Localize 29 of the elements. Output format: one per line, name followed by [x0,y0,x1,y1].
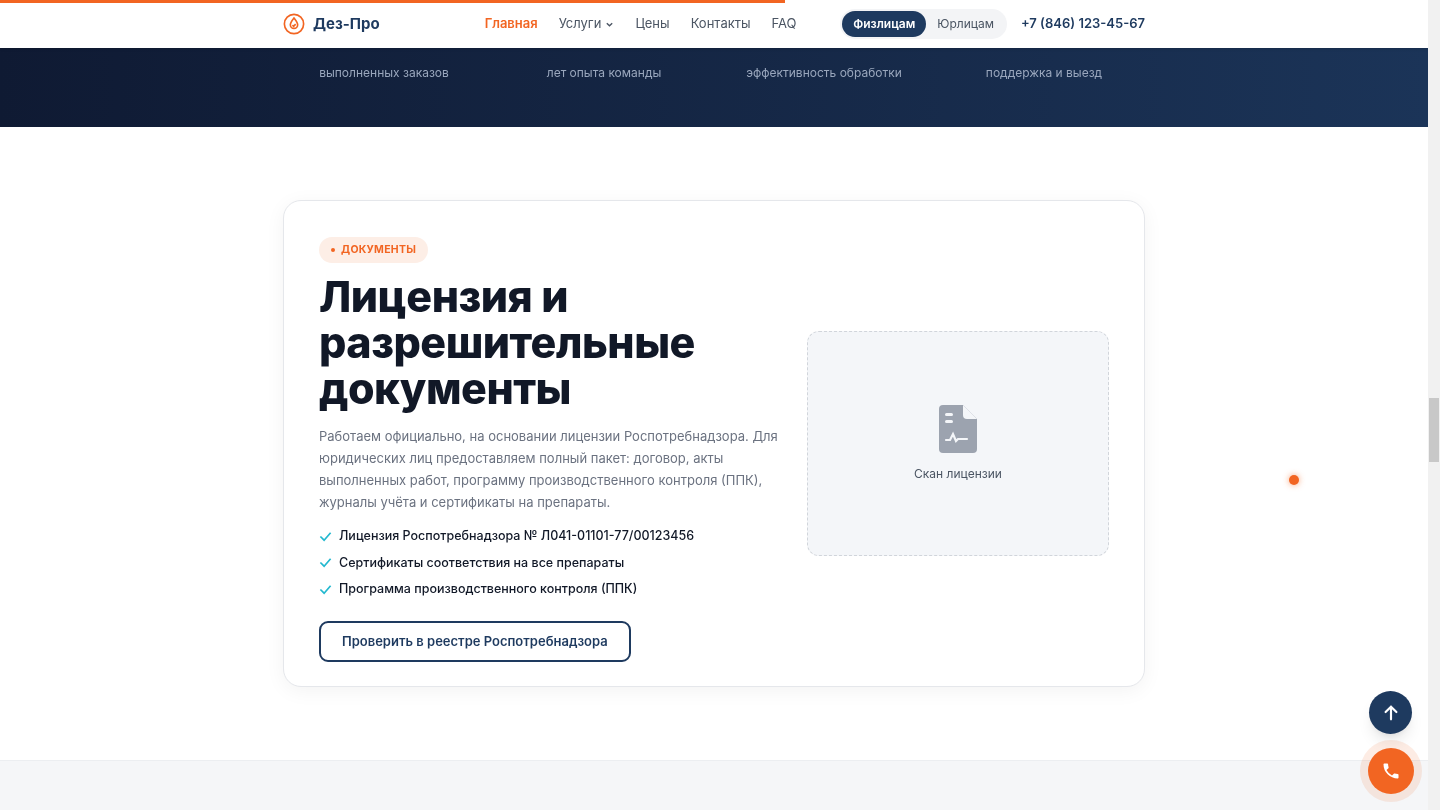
audience-tab[interactable]: Физлицам [842,11,927,37]
feature-item: Сертификаты соответствия на все препараты [339,553,625,572]
registry-button[interactable]: Проверить в реестре Роспотребнадзора [319,621,631,662]
site-logo[interactable]: Дез-Про [283,12,380,36]
check-icon [319,556,332,570]
nav-link[interactable]: FAQ [771,14,797,34]
phone-link[interactable]: +7 (846) 123-45-67 [1020,14,1145,34]
check-icon [319,583,332,597]
stat-label: лет опыта команды [545,64,663,82]
stat-label: выполненных заказов [318,64,450,82]
section-badge: ДОКУМЕНТЫ [319,237,429,263]
nav-link[interactable]: Контакты [690,14,751,34]
stat-label: поддержка и выезд [984,64,1104,82]
nav-link[interactable]: Цены [635,14,670,34]
scroll-to-top-button[interactable] [1369,691,1412,734]
drop-logo-icon [283,13,305,35]
call-button[interactable] [1368,748,1414,794]
section-description: Работаем официально, на основании лицензии Роспотребнадзора. Для юридических лиц предоставляем полный пакет: договор, акты выполненных работ, программу производственного контроля (ППК), журналы учёта и сертификаты на препараты. [319,426,779,512]
stat-label: эффективность обработки [745,64,903,82]
audience-tab[interactable]: Юрлицам [926,11,1005,37]
scan-caption: Скан лицензии [914,464,1002,483]
scrollbar-thumb[interactable] [1429,398,1439,462]
scrollbar[interactable] [1428,0,1440,810]
feature-item: Лицензия Роспотребнадзора № Л041-01101-77/00123456 [339,526,695,545]
feature-item: Программа производственного контроля (ППК) [339,580,638,599]
document-icon [939,404,977,453]
phone-icon [1381,761,1401,781]
nav-link[interactable]: Услуги [558,14,615,34]
section-title: Лицензия и разрешительные документы [319,272,696,411]
